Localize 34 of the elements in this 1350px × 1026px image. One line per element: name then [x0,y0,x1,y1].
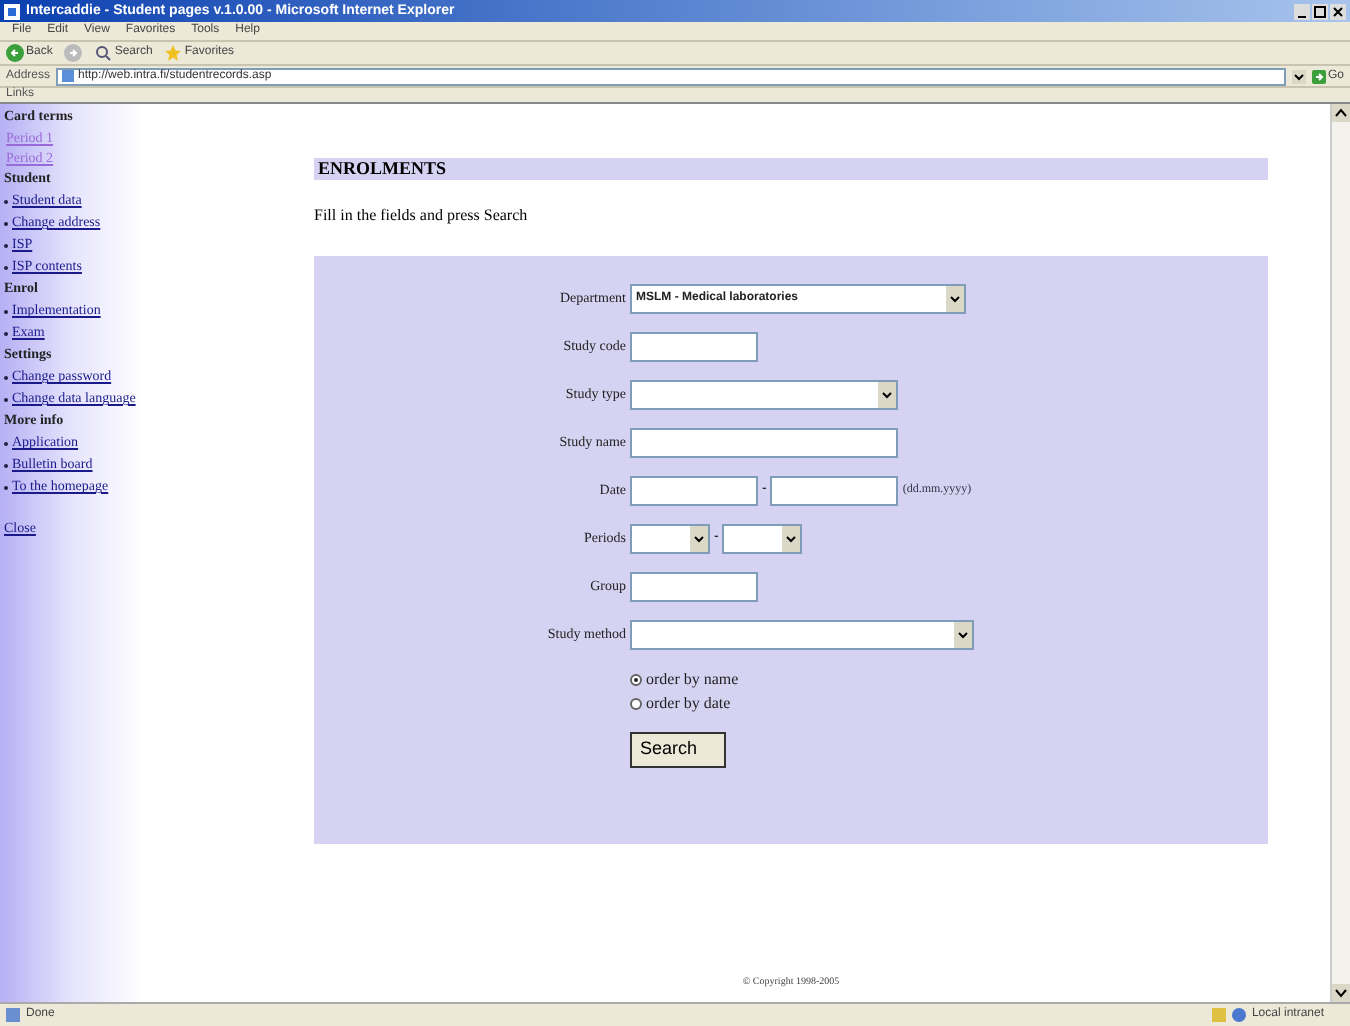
page-icon [62,70,75,82]
input-field[interactable] [630,332,758,362]
dropdown-arrow-icon[interactable] [1291,69,1306,83]
radio-label: order by name [646,668,739,692]
minimize-icon[interactable] [1294,3,1310,19]
instructions-text: Fill in the fields and press Search [314,204,530,228]
close-icon[interactable] [1330,3,1346,19]
radio-button[interactable] [630,674,642,686]
go-arrow-icon [1311,69,1326,83]
radio-label: order by date [646,692,731,716]
star-icon [164,44,183,62]
intranet-icon [1231,1008,1246,1022]
forward-button[interactable] [64,44,83,62]
dropdown-field[interactable] [630,620,974,650]
search-button[interactable]: Search [630,732,726,768]
page-heading: ENROLMENTS [314,158,1268,180]
input-field[interactable] [630,476,758,506]
input-field[interactable] [770,476,899,506]
dropdown-field[interactable] [630,380,898,410]
dropdown-field[interactable] [630,524,710,554]
scroll-down-icon[interactable] [1332,984,1350,1002]
input-field[interactable] [630,572,758,602]
maximize-icon[interactable] [1312,3,1328,19]
scrollbar[interactable] [1330,104,1350,1002]
lock-icon [1211,1008,1226,1022]
back-arrow-icon [6,44,24,62]
dropdown-field[interactable] [722,524,803,554]
input-field[interactable] [630,428,898,458]
page-icon [6,1008,20,1022]
search-icon [94,44,113,62]
radio-button[interactable] [630,698,642,710]
scroll-up-icon[interactable] [1332,104,1350,122]
forward-arrow-icon [64,44,83,62]
browser-icon [4,3,20,19]
